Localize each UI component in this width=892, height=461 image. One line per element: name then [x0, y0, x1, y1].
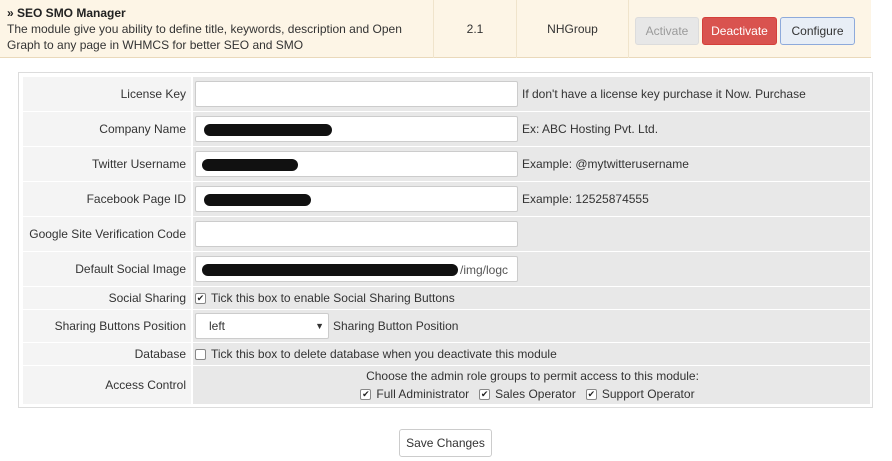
database-text: Tick this box to delete database when yo… [211, 347, 557, 361]
company-name-hint: Ex: ABC Hosting Pvt. Ltd. [522, 122, 659, 136]
google-verification-input[interactable] [195, 221, 518, 247]
row-database: Database Tick this box to delete databas… [23, 343, 870, 366]
social-sharing-checkbox[interactable]: ✔ [195, 292, 206, 304]
access-control-label: Access Control [23, 366, 193, 404]
redacted-value [202, 159, 298, 171]
row-google-verification: Google Site Verification Code [23, 217, 870, 252]
license-key-input[interactable] [195, 81, 518, 107]
redacted-value [204, 124, 332, 136]
activate-button[interactable]: Activate [635, 17, 699, 45]
module-version: 2.1 [466, 22, 484, 36]
role-item: ✔ Support Operator [585, 387, 695, 401]
row-company-name: Company Name Ex: ABC Hosting Pvt. Ltd. [23, 112, 870, 147]
twitter-username-label: Twitter Username [23, 147, 193, 181]
row-access-control: Access Control Choose the admin role gro… [23, 366, 870, 405]
role-item: ✔ Full Administrator [360, 387, 469, 401]
social-sharing-text: Tick this box to enable Social Sharing B… [211, 291, 455, 305]
row-license-key: License Key If don't have a license key … [23, 77, 870, 112]
configure-button[interactable]: Configure [780, 17, 855, 45]
google-verification-label: Google Site Verification Code [23, 217, 193, 251]
license-key-hint: If don't have a license key purchase it … [522, 87, 806, 101]
license-key-label: License Key [23, 77, 193, 111]
row-facebook-page-id: Facebook Page ID Example: 12525874555 [23, 182, 870, 217]
default-social-image-input[interactable]: /img/logc [195, 256, 518, 282]
role-item: ✔ Sales Operator [479, 387, 576, 401]
role-name: Sales Operator [495, 387, 576, 401]
company-name-input[interactable] [195, 116, 518, 142]
row-twitter-username: Twitter Username Example: @mytwitteruser… [23, 147, 870, 182]
role-checkbox[interactable]: ✔ [585, 388, 597, 400]
sharing-position-value: left [209, 319, 226, 333]
sharing-position-select[interactable]: left ▼ [195, 313, 329, 339]
twitter-username-hint: Example: @mytwitterusername [522, 157, 689, 171]
role-name: Full Administrator [376, 387, 470, 401]
facebook-page-id-input[interactable] [195, 186, 518, 212]
image-path-suffix: /img/logc [460, 263, 509, 277]
module-row: » SEO SMO Manager The module give you ab… [0, 0, 871, 58]
sharing-position-hint: Sharing Button Position [333, 319, 459, 333]
row-sharing-position: Sharing Buttons Position left ▼ Sharing … [23, 310, 870, 343]
default-social-image-label: Default Social Image [23, 252, 193, 286]
role-checkbox[interactable]: ✔ [479, 388, 491, 400]
role-checkbox[interactable]: ✔ [360, 388, 372, 400]
social-sharing-label: Social Sharing [23, 287, 193, 309]
role-name: Support Operator [601, 387, 695, 401]
company-name-label: Company Name [23, 112, 193, 146]
facebook-page-id-hint: Example: 12525874555 [522, 192, 649, 206]
chevron-down-icon: ▼ [315, 321, 324, 331]
row-default-social-image: Default Social Image /img/logc [23, 252, 870, 287]
database-label: Database [23, 343, 193, 365]
module-actions: Activate Deactivate Configure [629, 0, 871, 58]
access-control-intro: Choose the admin role groups to permit a… [366, 369, 699, 383]
redacted-value [204, 194, 311, 206]
deactivate-button[interactable]: Deactivate [702, 17, 777, 45]
module-description: The module give you ability to define ti… [7, 22, 402, 52]
module-vendor: NHGroup [547, 22, 598, 36]
config-panel: License Key If don't have a license key … [18, 72, 873, 408]
facebook-page-id-label: Facebook Page ID [23, 182, 193, 216]
twitter-username-input[interactable] [195, 151, 518, 177]
redacted-value [202, 264, 458, 276]
database-checkbox[interactable] [195, 348, 206, 360]
module-info: » SEO SMO Manager The module give you ab… [0, 0, 433, 58]
row-social-sharing: Social Sharing ✔ Tick this box to enable… [23, 287, 870, 310]
sharing-position-label: Sharing Buttons Position [23, 310, 193, 342]
module-title: » SEO SMO Manager [7, 6, 126, 20]
save-changes-button[interactable]: Save Changes [399, 429, 492, 457]
